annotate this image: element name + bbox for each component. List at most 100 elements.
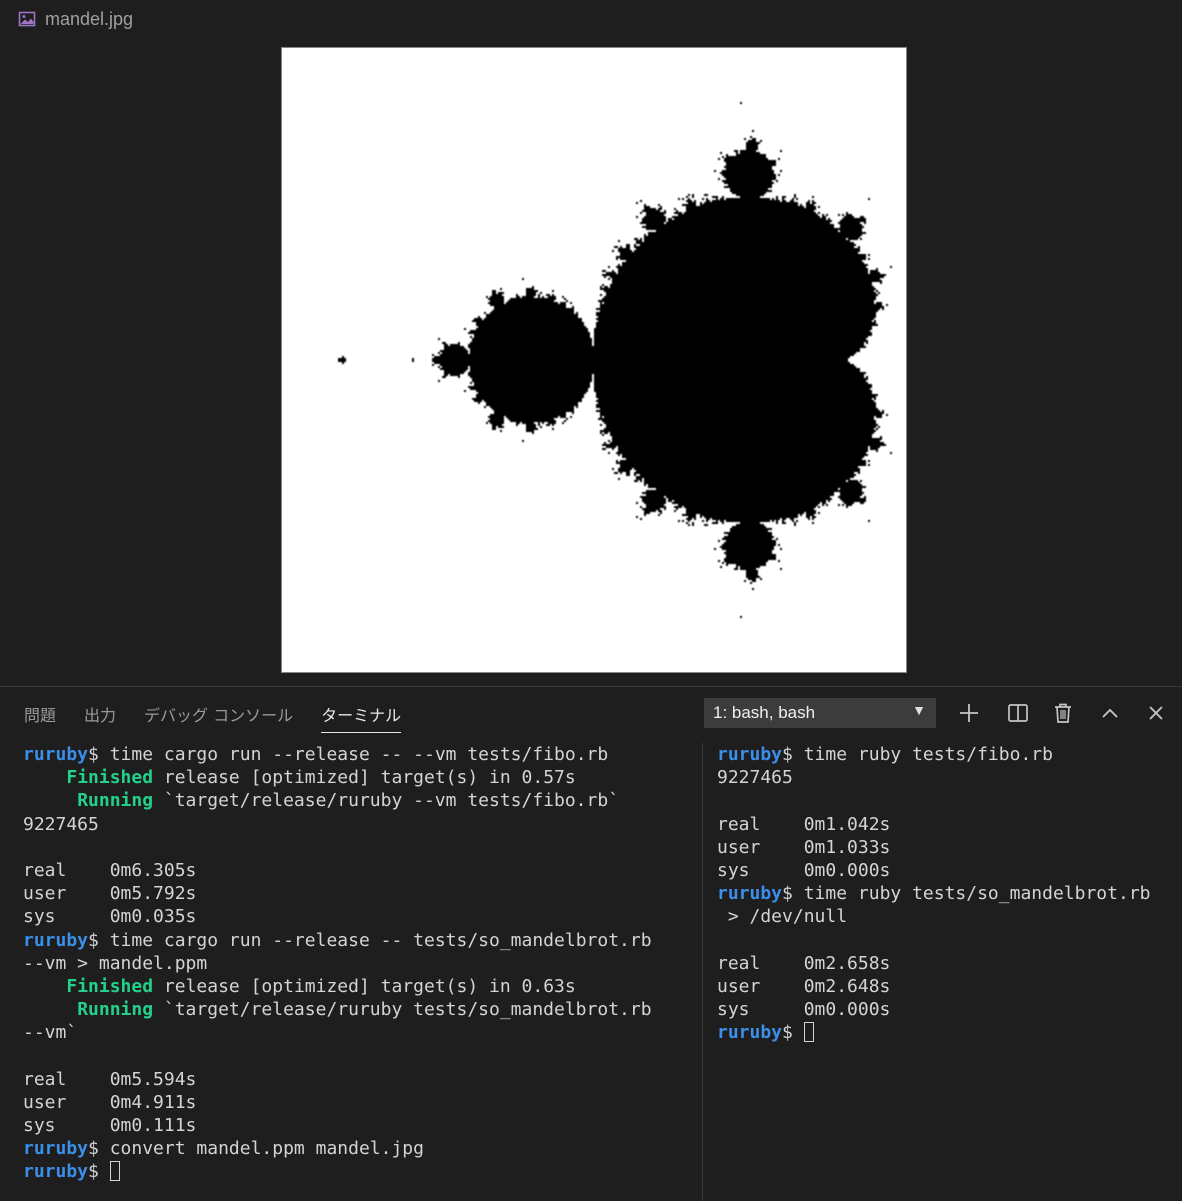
terminal-text: user 0m5.792s xyxy=(23,883,197,905)
terminal-line: ruruby$ xyxy=(717,1021,1151,1044)
terminal-line: sys 0m0.000s xyxy=(717,859,1151,882)
terminal-text: 9227465 xyxy=(717,767,793,789)
terminal-text: $ time ruby tests/fibo.rb xyxy=(782,744,1053,765)
terminal-text: sys 0m0.035s xyxy=(23,906,197,928)
chevron-up-icon xyxy=(1102,708,1118,718)
terminal-text: `target/release/ruruby tests/so_mandelbr… xyxy=(153,999,652,1021)
bottom-panel: 問題 出力 デバッグ コンソール ターミナル 1: bash, bash ▼ r… xyxy=(0,686,1182,1201)
terminal-line: sys 0m0.111s xyxy=(23,1114,652,1137)
kill-terminal-button[interactable] xyxy=(1049,699,1077,727)
prompt-label: ruruby xyxy=(23,1161,89,1183)
terminal-text: real 0m6.305s xyxy=(23,859,197,881)
terminal-text: sys 0m0.111s xyxy=(23,1115,197,1136)
terminal-text: sys 0m0.000s xyxy=(717,999,891,1021)
terminal-line: ruruby$ time ruby tests/fibo.rb xyxy=(717,743,1151,766)
terminal-line: user 0m2.648s xyxy=(717,975,1151,998)
terminal-line: > /dev/null xyxy=(717,905,1151,928)
terminal-text: user 0m1.033s xyxy=(717,836,891,858)
terminal-line: ruruby$ time cargo run --release -- test… xyxy=(23,929,652,952)
terminal-text: 9227465 xyxy=(23,813,99,835)
cargo-status: Finished xyxy=(66,975,154,997)
terminal-text: real 0m1.042s xyxy=(717,813,891,835)
terminal-line: user 0m5.792s xyxy=(23,882,652,905)
panel-tab-list: 問題 出力 デバッグ コンソール ターミナル xyxy=(24,702,402,733)
terminal-line: ruruby$ xyxy=(23,1160,652,1183)
terminal-text: `target/release/ruruby --vm tests/fibo.r… xyxy=(153,790,620,812)
terminal-line: Running `target/release/ruruby tests/so_… xyxy=(23,998,652,1021)
terminal-line: ruruby$ time cargo run --release -- --vm… xyxy=(23,743,652,766)
terminal-text: > /dev/null xyxy=(717,906,848,928)
terminal-text: $ time ruby tests/so_mandelbrot.rb xyxy=(782,883,1151,905)
maximize-panel-button[interactable] xyxy=(1096,699,1124,727)
terminal-text: real 0m5.594s xyxy=(23,1068,197,1090)
trash-icon xyxy=(1055,703,1071,723)
terminal-split-divider[interactable] xyxy=(702,743,703,1201)
terminal-line: --vm > mandel.ppm xyxy=(23,952,652,975)
split-icon xyxy=(1008,704,1028,722)
cargo-status: Running xyxy=(77,999,154,1021)
terminal-line: 9227465 xyxy=(23,813,652,836)
editor-tab-bar: mandel.jpg xyxy=(0,0,1182,38)
terminal-right-pane[interactable]: ruruby$ time ruby tests/fibo.rb 9227465 re… xyxy=(717,743,1151,1044)
tab-output[interactable]: 出力 xyxy=(84,702,116,733)
tab-terminal[interactable]: ターミナル xyxy=(321,702,402,733)
terminal-text: --vm > mandel.ppm xyxy=(23,952,208,974)
terminal-text: release [optimized] target(s) in 0.57s xyxy=(153,767,576,789)
terminal-line: 9227465 xyxy=(717,766,1151,789)
terminal-line: real 0m6.305s xyxy=(23,859,652,882)
terminal-text: user 0m2.648s xyxy=(717,975,891,997)
prompt-label: ruruby xyxy=(717,744,783,765)
terminal-line: real 0m1.042s xyxy=(717,813,1151,836)
terminal-text: user 0m4.911s xyxy=(23,1091,197,1113)
terminal-text: $ time cargo run --release -- tests/so_m… xyxy=(88,929,652,951)
prompt-label: ruruby xyxy=(23,744,89,765)
image-file-icon xyxy=(18,10,36,28)
terminal-selector-dropdown[interactable]: 1: bash, bash ▼ xyxy=(704,698,936,728)
terminal-text: $ time cargo run --release -- --vm tests… xyxy=(88,744,609,765)
terminal-line: sys 0m0.035s xyxy=(23,905,652,928)
dropdown-arrow-icon: ▼ xyxy=(912,702,926,718)
editor-tab-mandel-jpg[interactable]: mandel.jpg xyxy=(18,6,133,32)
terminal-line: Finished release [optimized] target(s) i… xyxy=(23,975,652,998)
terminal-text: release [optimized] target(s) in 0.63s xyxy=(153,975,576,997)
plus-icon xyxy=(960,704,978,722)
terminal-line: ruruby$ time ruby tests/so_mandelbrot.rb xyxy=(717,882,1151,905)
terminal-line: user 0m4.911s xyxy=(23,1091,652,1114)
prompt-label: ruruby xyxy=(717,883,783,905)
prompt-label: ruruby xyxy=(23,929,89,951)
terminal-text: $ xyxy=(782,1022,804,1044)
terminal-line: real 0m5.594s xyxy=(23,1068,652,1091)
tab-debug-console[interactable]: デバッグ コンソール xyxy=(144,702,293,733)
terminal-line: --vm` xyxy=(23,1021,652,1044)
close-icon xyxy=(1149,706,1163,720)
prompt-label: ruruby xyxy=(23,1138,89,1160)
terminal-text: $ xyxy=(88,1161,110,1183)
tab-problems[interactable]: 問題 xyxy=(24,702,56,733)
terminal-line: sys 0m0.000s xyxy=(717,998,1151,1021)
split-terminal-button[interactable] xyxy=(1004,699,1032,727)
terminal-selector-value: 1: bash, bash xyxy=(713,703,816,722)
terminal-line: Finished release [optimized] target(s) i… xyxy=(23,766,652,789)
prompt-label: ruruby xyxy=(717,1022,783,1044)
terminal-text: $ convert mandel.ppm mandel.jpg xyxy=(88,1138,424,1160)
new-terminal-button[interactable] xyxy=(955,699,983,727)
terminal-cursor xyxy=(803,1022,814,1043)
close-panel-button[interactable] xyxy=(1142,699,1170,727)
terminal-line: real 0m2.658s xyxy=(717,952,1151,975)
cargo-status: Finished xyxy=(66,767,154,789)
cargo-status: Running xyxy=(77,790,154,812)
mandelbrot-fractal-canvas xyxy=(282,48,906,672)
terminal-line: ruruby$ convert mandel.ppm mandel.jpg xyxy=(23,1137,652,1160)
mandelbrot-image xyxy=(281,47,907,673)
editor-tab-label: mandel.jpg xyxy=(45,8,134,29)
terminal-text: --vm` xyxy=(23,1022,78,1044)
terminal-left-pane[interactable]: ruruby$ time cargo run --release -- --vm… xyxy=(23,743,652,1184)
